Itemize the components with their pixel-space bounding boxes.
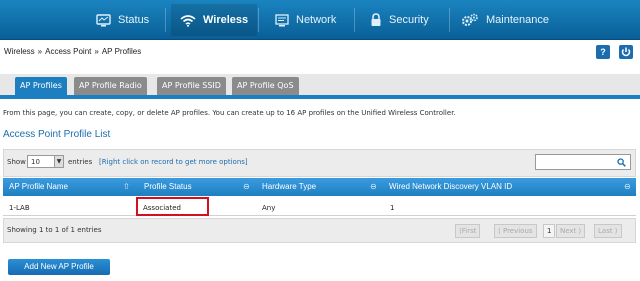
table-row[interactable] — [3, 197, 636, 216]
page-size-select[interactable]: 10 ▼ — [27, 155, 64, 168]
nav-network-label: Network — [296, 14, 337, 26]
table-header: AP Profile Name ⇧ Profile Status ⊖ Hardw… — [3, 178, 636, 196]
sort-up-icon[interactable]: ⇧ — [123, 182, 130, 191]
add-ap-profile-button[interactable]: Add New AP Profile — [8, 259, 110, 275]
breadcrumb: Wireless» Access Point» AP Profiles — [4, 47, 141, 56]
tab-ap-profiles[interactable]: AP Profiles — [15, 77, 67, 99]
sort-icon[interactable]: ⊖ — [370, 182, 377, 191]
column-profile-status[interactable]: Profile Status — [144, 182, 192, 191]
nav-divider — [449, 8, 450, 32]
nav-divider — [354, 8, 355, 32]
breadcrumb-separator: » — [37, 47, 43, 56]
nav-wireless[interactable]: Wireless — [180, 7, 248, 33]
last-page-label: Last — [598, 227, 613, 235]
tab-ap-profile-radio[interactable]: AP Profile Radio — [74, 77, 147, 95]
show-label: Show — [7, 158, 26, 166]
entries-info: Showing 1 to 1 of 1 entries — [7, 226, 102, 234]
previous-page-button[interactable]: ⟨ Previous — [494, 224, 537, 238]
cell-vlan-id: 1 — [390, 204, 395, 212]
nav-maintenance-label: Maintenance — [486, 14, 549, 26]
help-button[interactable]: ? — [596, 45, 610, 59]
search-icon[interactable] — [617, 158, 626, 169]
logout-icon — [621, 47, 631, 57]
tab-ap-profile-ssid[interactable]: AP Profile SSID — [157, 77, 226, 95]
column-vlan-id[interactable]: Wired Network Discovery VLAN ID — [389, 182, 512, 191]
page-description: From this page, you can create, copy, or… — [3, 109, 456, 117]
page-number-button[interactable]: 1 — [543, 224, 556, 238]
column-hardware-type[interactable]: Hardware Type — [262, 182, 316, 191]
nav-security[interactable]: Security — [370, 7, 429, 33]
first-page-button[interactable]: ⟨First — [455, 224, 481, 238]
wifi-icon — [180, 14, 196, 27]
column-ap-profile-name[interactable]: AP Profile Name — [9, 182, 68, 191]
cell-hardware-type: Any — [262, 204, 276, 212]
nav-network[interactable]: Network — [275, 7, 336, 33]
next-arrow-icon: ⟩ — [576, 227, 582, 235]
gears-icon — [461, 13, 479, 27]
last-arrow-icon: ⟩ — [612, 227, 618, 235]
page-size-value: 10 — [31, 158, 40, 166]
nav-divider — [258, 8, 259, 32]
section-title: Access Point Profile List — [3, 129, 111, 140]
nav-maintenance[interactable]: Maintenance — [461, 7, 549, 33]
breadcrumb-separator: » — [94, 47, 99, 56]
nav-status-label: Status — [118, 14, 150, 26]
nav-wireless-label: Wireless — [203, 14, 249, 26]
cell-profile-name: 1-LAB — [9, 204, 30, 212]
breadcrumb-item[interactable]: Wireless — [4, 47, 35, 56]
breadcrumb-item[interactable]: Access Point — [45, 47, 91, 56]
tab-ap-profile-qos[interactable]: AP Profile QoS — [232, 77, 299, 95]
sort-icon[interactable]: ⊖ — [243, 182, 250, 191]
context-hint: [Right click on record to get more optio… — [99, 158, 248, 166]
chevron-down-icon[interactable]: ▼ — [54, 156, 63, 167]
search-input[interactable] — [535, 154, 631, 170]
logout-button[interactable] — [619, 45, 633, 59]
previous-page-label: Previous — [502, 227, 533, 235]
last-page-button[interactable]: Last ⟩ — [594, 224, 622, 238]
lock-icon — [370, 13, 382, 27]
status-monitor-icon — [96, 13, 111, 27]
next-page-label: Next — [560, 227, 577, 235]
top-nav: Status Wireless Network Security Mainten… — [0, 0, 640, 40]
entries-label: entries — [68, 158, 93, 166]
breadcrumb-item: AP Profiles — [101, 47, 142, 56]
first-page-label: First — [461, 227, 477, 235]
sort-icon[interactable]: ⊖ — [624, 182, 631, 191]
nav-divider — [165, 8, 166, 32]
nav-status[interactable]: Status — [96, 7, 149, 33]
nav-security-label: Security — [389, 14, 429, 26]
network-monitor-icon — [275, 13, 289, 27]
next-page-button[interactable]: Next ⟩ — [556, 224, 586, 238]
highlight-box — [136, 197, 209, 216]
